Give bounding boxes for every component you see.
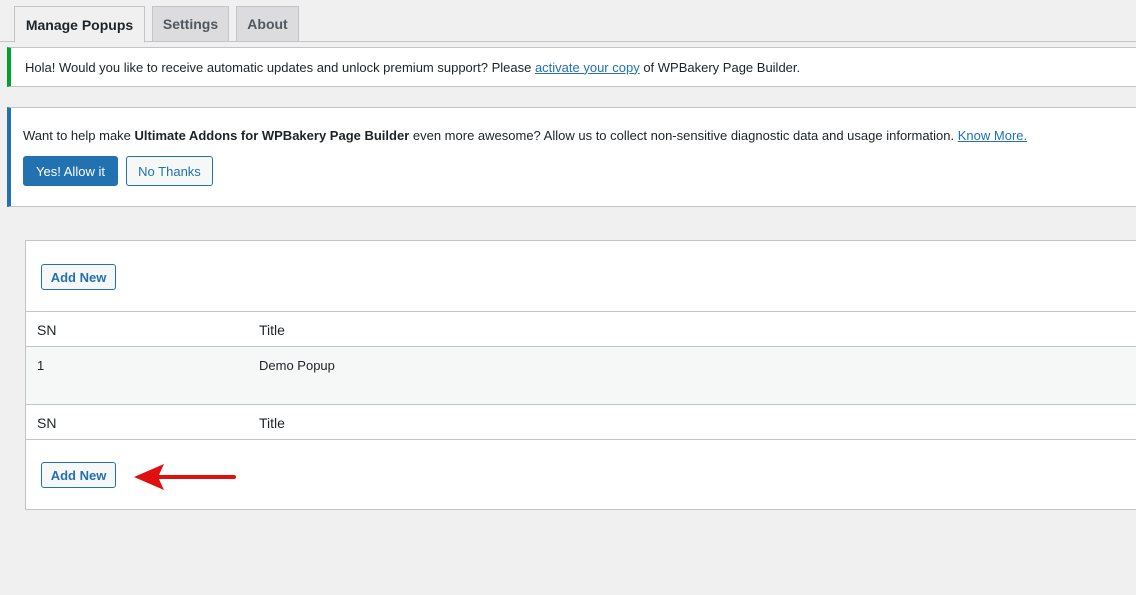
column-footer-title: Title — [259, 415, 285, 431]
table-row: 1 Demo Popup — [26, 347, 1136, 404]
plugin-name: Ultimate Addons for WPBakery Page Builde… — [134, 128, 410, 143]
tab-settings[interactable]: Settings — [152, 6, 229, 42]
tab-about[interactable]: About — [236, 6, 299, 42]
optin-notice-text: Want to help make Ultimate Addons for WP… — [23, 128, 1028, 143]
activate-copy-link[interactable]: activate your copy — [535, 60, 640, 75]
column-footer-sn: SN — [37, 415, 57, 431]
row-sn: 1 — [37, 358, 45, 373]
column-header-sn: SN — [37, 322, 57, 338]
update-notice-text: Hola! Would you like to receive automati… — [25, 59, 801, 75]
annotation-arrow-icon — [134, 464, 236, 490]
row-title[interactable]: Demo Popup — [259, 358, 335, 373]
nav-tab-wrapper: Manage Popups Settings About — [0, 0, 1136, 43]
add-new-button-top[interactable]: Add New — [41, 264, 116, 290]
add-new-button-bottom[interactable]: Add New — [41, 462, 116, 488]
tab-manage-popups[interactable]: Manage Popups — [14, 6, 145, 43]
table-header: SN Title — [26, 311, 1136, 347]
allow-button[interactable]: Yes! Allow it — [23, 156, 118, 186]
update-notice: Hola! Would you like to receive automati… — [7, 47, 1136, 87]
optin-notice: Want to help make Ultimate Addons for WP… — [7, 107, 1136, 207]
column-header-title: Title — [259, 322, 285, 338]
table-footer: SN Title — [26, 404, 1136, 440]
know-more-link[interactable]: Know More. — [958, 128, 1027, 143]
no-thanks-button[interactable]: No Thanks — [126, 156, 213, 186]
